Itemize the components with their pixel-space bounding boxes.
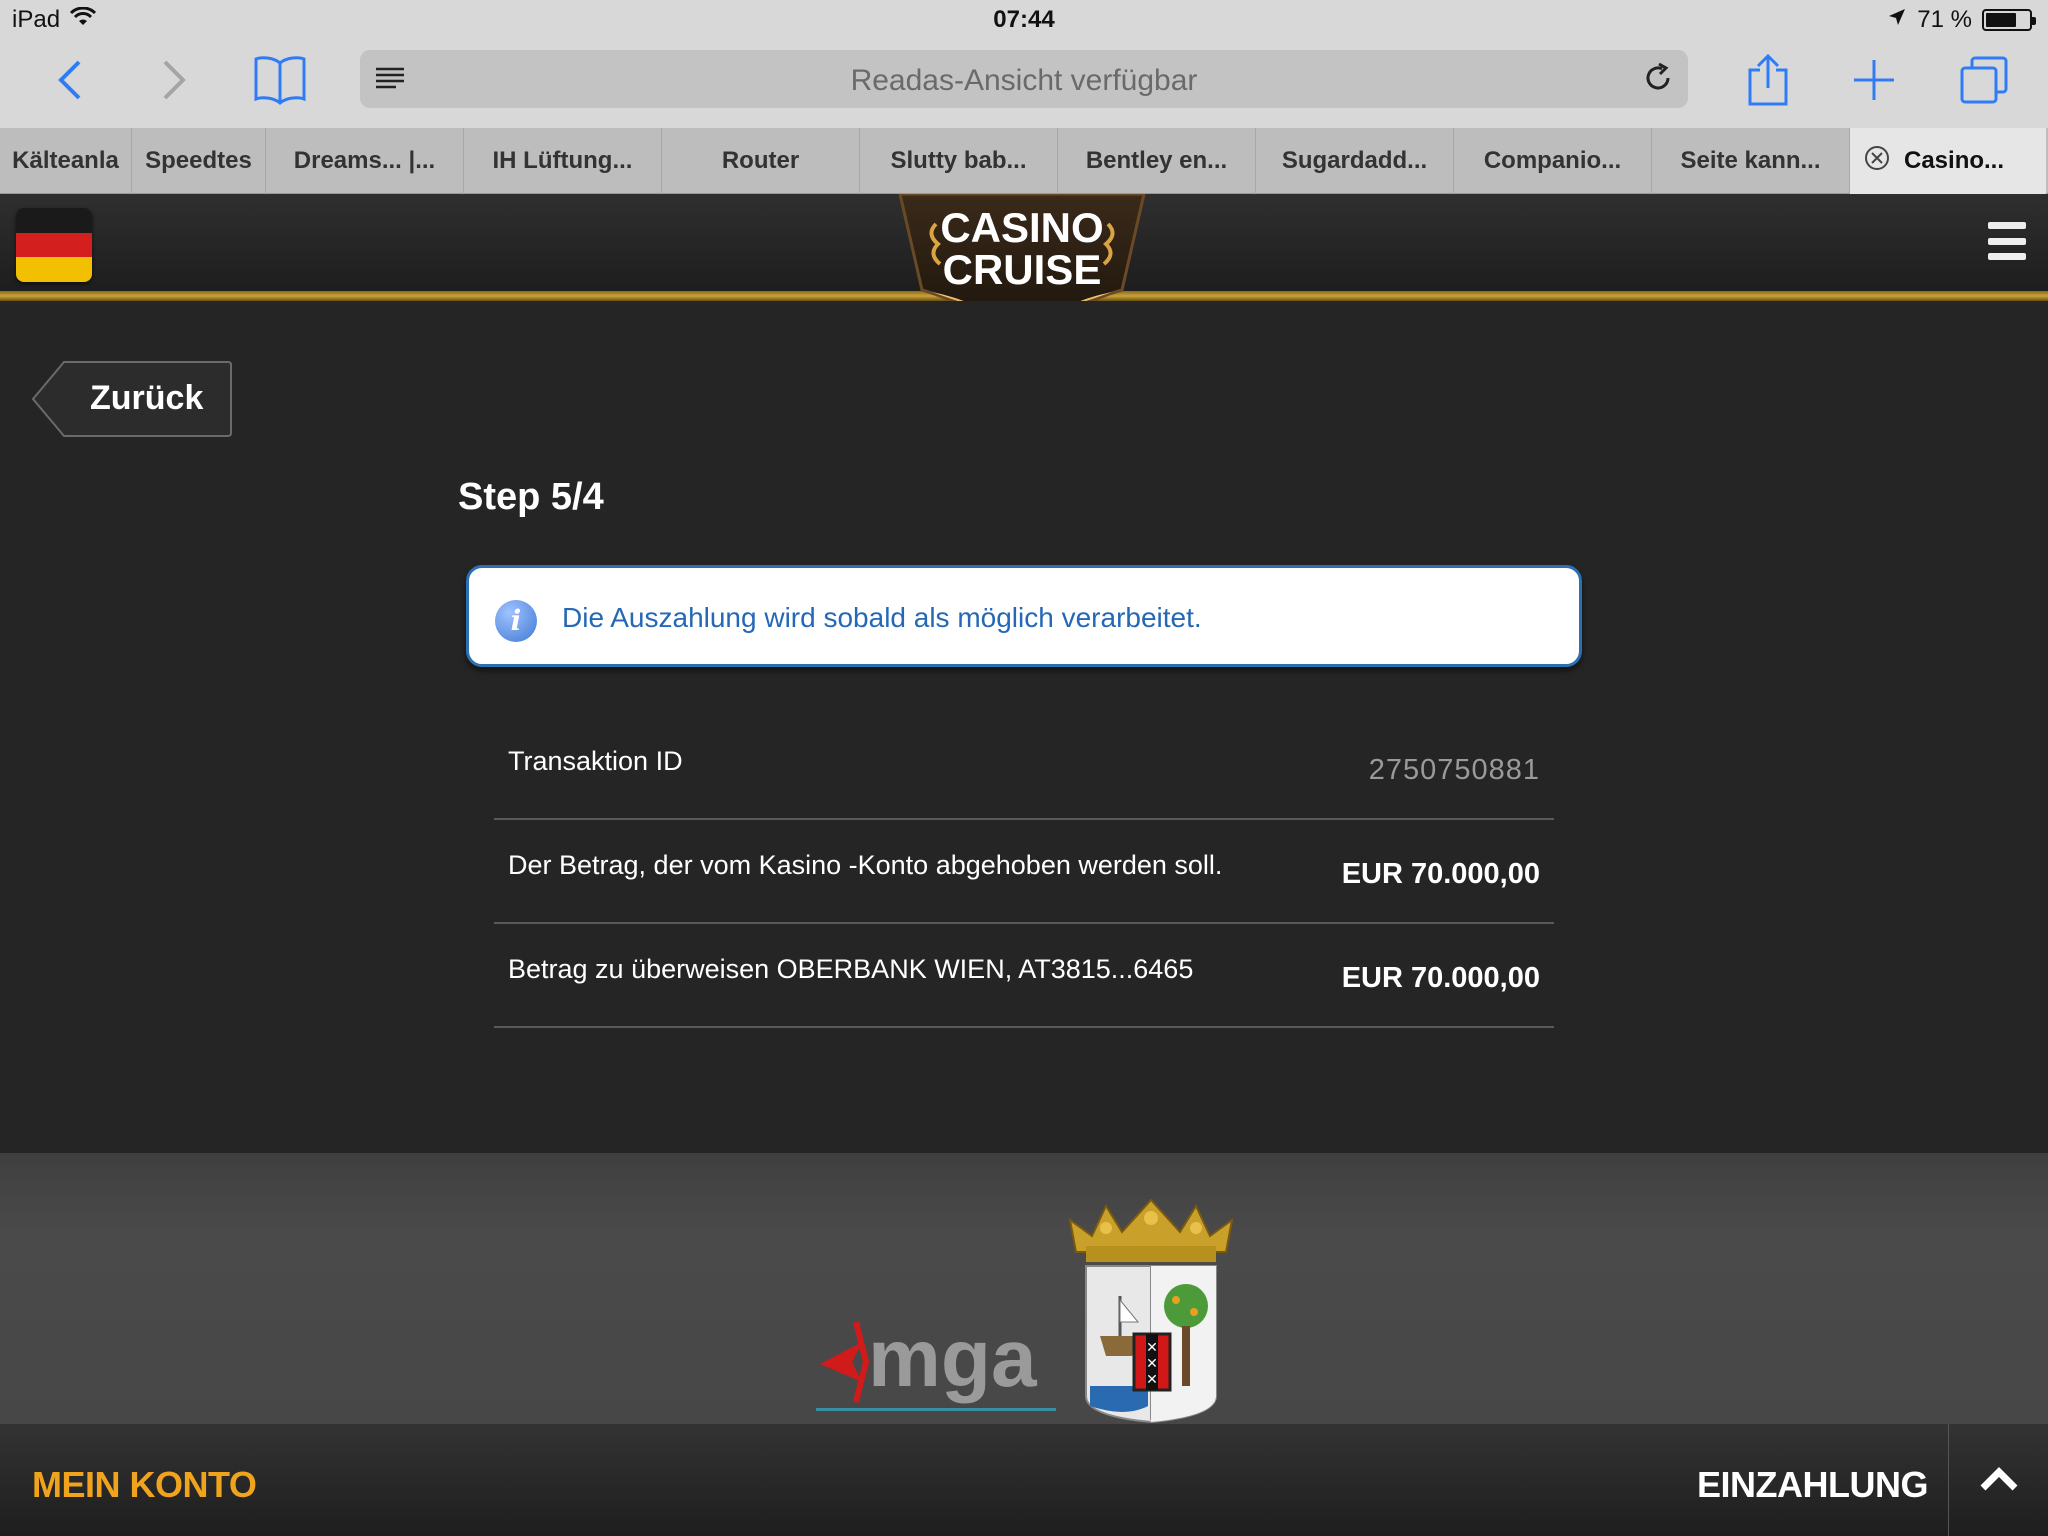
browser-tab[interactable]: Router — [662, 128, 860, 194]
svg-text:✕: ✕ — [1146, 1356, 1158, 1372]
back-button-label: Zurück — [90, 379, 204, 417]
mga-logo-text: mga — [868, 1313, 1038, 1404]
tab-label: Dreams... |... — [293, 147, 436, 174]
detail-label: Betrag zu überweisen OBERBANK WIEN, AT38… — [508, 954, 1194, 984]
back-button[interactable]: Zurück — [32, 361, 232, 437]
tab-label: Kälteanla — [12, 147, 119, 174]
tab-label: Speedtes — [145, 147, 252, 174]
status-time: 07:44 — [993, 6, 1055, 33]
scroll-to-top-button[interactable] — [1948, 1424, 2048, 1536]
tab-bar: Kälteanla Speedtes Dreams... |... IH Lüf… — [0, 128, 2048, 194]
hamburger-menu-icon[interactable] — [1988, 222, 2026, 260]
step-title: Step 5/4 — [458, 476, 604, 518]
url-bar[interactable]: Readas-Ansicht verfügbar — [360, 50, 1688, 108]
forward-arrow-icon[interactable] — [144, 50, 204, 110]
reload-icon[interactable] — [1642, 62, 1674, 99]
detail-label: Transaktion ID — [508, 746, 683, 776]
url-text: Readas-Ansicht verfügbar — [850, 64, 1198, 97]
battery-icon — [1982, 9, 2036, 31]
curacao-coat-of-arms-icon[interactable]: ✕ ✕ ✕ — [1066, 1196, 1236, 1424]
info-message-text: Die Auszahlung wird sobald als möglich v… — [562, 602, 1202, 633]
location-arrow-icon — [1887, 6, 1907, 34]
mga-license-logo[interactable]: mga — [816, 1302, 1056, 1412]
close-tab-icon[interactable] — [1864, 145, 1890, 178]
detail-value: 2750750881 — [1368, 754, 1540, 786]
detail-value: EUR 70.000,00 — [1341, 858, 1540, 890]
battery-percentage: 71 % — [1917, 6, 1972, 33]
browser-tab[interactable]: IH Lüftung... — [464, 128, 662, 194]
tabs-overview-icon[interactable] — [1954, 50, 2014, 110]
browser-tab[interactable]: Companio... — [1454, 128, 1652, 194]
browser-tab[interactable]: Seite kann... — [1652, 128, 1850, 194]
detail-value: EUR 70.000,00 — [1341, 962, 1540, 994]
tab-label: Casino... — [1904, 147, 2005, 174]
german-flag-language-icon[interactable] — [16, 208, 92, 282]
table-row: Transaktion ID 2750750881 — [494, 716, 1554, 820]
browser-tab[interactable]: Kälteanla — [0, 128, 132, 194]
svg-text:✕: ✕ — [1146, 1340, 1158, 1356]
tab-label: Seite kann... — [1680, 147, 1821, 174]
browser-tab[interactable]: Dreams... |... — [266, 128, 464, 194]
browser-tab[interactable]: Bentley en... — [1058, 128, 1256, 194]
new-tab-plus-icon[interactable] — [1844, 50, 1904, 110]
detail-label: Der Betrag, der vom Kasino -Konto abgeho… — [508, 850, 1223, 880]
table-row: Betrag zu überweisen OBERBANK WIEN, AT38… — [494, 924, 1554, 1028]
transaction-details-table: Transaktion ID 2750750881 Der Betrag, de… — [494, 716, 1554, 1028]
share-icon[interactable] — [1738, 50, 1798, 110]
tab-label: Sugardadd... — [1281, 147, 1428, 174]
table-row: Der Betrag, der vom Kasino -Konto abgeho… — [494, 820, 1554, 924]
chevron-up-icon — [1979, 1464, 2019, 1497]
logo-text-casino: CASINO — [940, 204, 1103, 251]
tab-label: Companio... — [1483, 147, 1622, 174]
tab-label: Slutty bab... — [890, 147, 1027, 174]
svg-text:✕: ✕ — [1146, 1372, 1158, 1388]
info-message-box: i Die Auszahlung wird sobald als möglich… — [466, 565, 1582, 667]
logo-text-cruise: CRUISE — [943, 246, 1102, 293]
browser-tab[interactable]: Sugardadd... — [1256, 128, 1454, 194]
status-bar: iPad 07:44 71 % — [0, 0, 2048, 40]
bookmarks-book-icon[interactable] — [250, 50, 310, 110]
back-arrow-icon[interactable] — [40, 50, 100, 110]
browser-toolbar: Readas-Ansicht verfügbar — [0, 40, 2048, 128]
battery-level-fill — [1986, 13, 2016, 27]
my-account-button[interactable]: MEIN KONTO — [32, 1464, 257, 1506]
tab-label: Bentley en... — [1085, 147, 1228, 174]
browser-tab-active[interactable]: Casino... — [1850, 128, 2046, 194]
tab-label: IH Lüftung... — [492, 147, 633, 174]
deposit-button[interactable]: EINZAHLUNG — [1697, 1464, 1929, 1506]
browser-tab[interactable]: Speedtes — [132, 128, 266, 194]
bottom-navigation-bar: MEIN KONTO EINZAHLUNG — [0, 1424, 2048, 1536]
browser-tab[interactable]: Slutty bab... — [860, 128, 1058, 194]
tab-label: Router — [721, 147, 800, 174]
info-icon: i — [495, 600, 537, 642]
